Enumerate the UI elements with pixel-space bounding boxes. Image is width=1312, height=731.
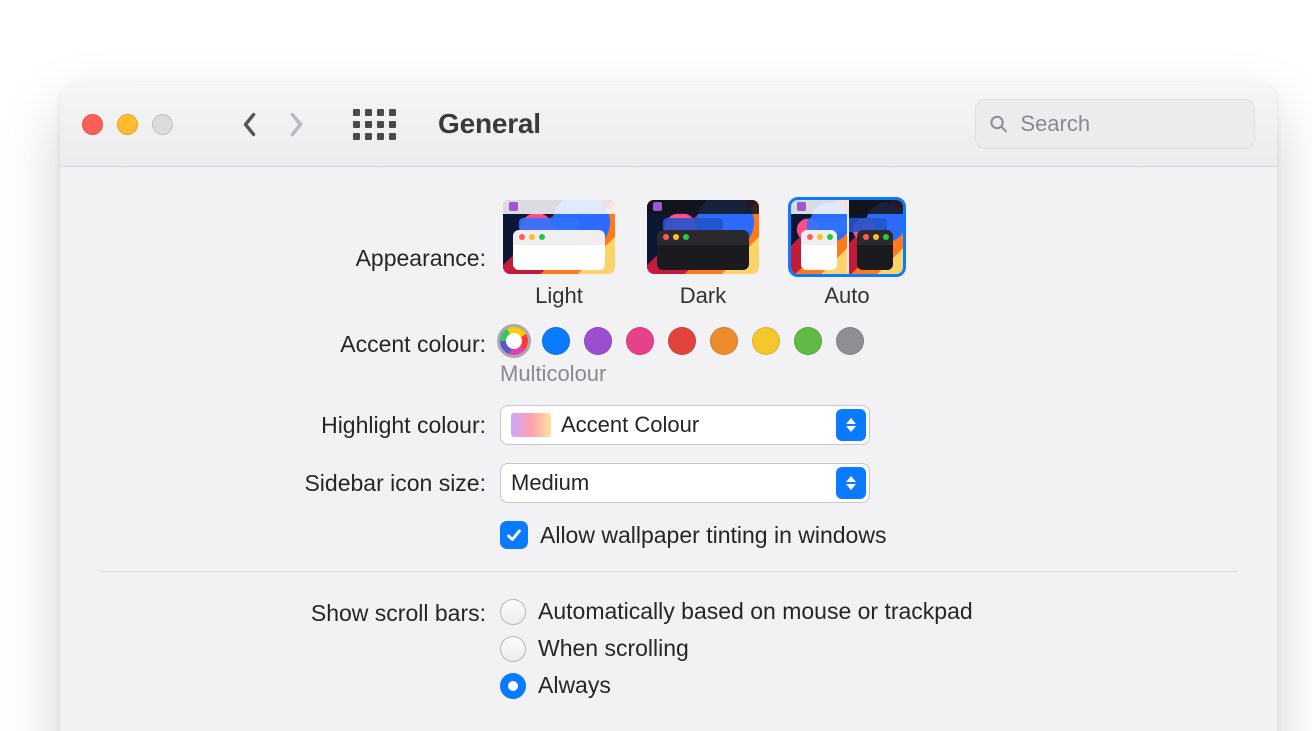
- show-all-icon[interactable]: [353, 109, 396, 140]
- popup-stepper-icon: [836, 467, 866, 499]
- scrollbars-option-label: Automatically based on mouse or trackpad: [538, 598, 973, 625]
- accent-label: Accent colour:: [100, 327, 500, 359]
- accent-selected-label: Multicolour: [500, 361, 606, 387]
- zoom-icon[interactable]: [152, 114, 173, 135]
- highlight-swatch-icon: [511, 413, 551, 437]
- accent-swatch-red[interactable]: [668, 327, 696, 355]
- scrollbars-option-label: When scrolling: [538, 635, 689, 662]
- highlight-select[interactable]: Accent Colour: [500, 405, 870, 445]
- sidebar-size-label: Sidebar icon size:: [100, 468, 500, 498]
- accent-swatch-purple[interactable]: [584, 327, 612, 355]
- minimize-icon[interactable]: [117, 114, 138, 135]
- radio-icon: [500, 673, 526, 699]
- window-controls: [82, 114, 173, 135]
- wallpaper-tint-checkbox[interactable]: [500, 521, 528, 549]
- sidebar-size-select[interactable]: Medium: [500, 463, 870, 503]
- highlight-value: Accent Colour: [561, 412, 699, 438]
- accent-swatches: [500, 327, 864, 355]
- scrollbars-option-auto[interactable]: Automatically based on mouse or trackpad: [500, 598, 973, 625]
- highlight-label: Highlight colour:: [100, 410, 500, 440]
- accent-swatch-graphite[interactable]: [836, 327, 864, 355]
- search-icon: [989, 113, 1008, 135]
- appearance-option-light[interactable]: Light: [500, 197, 618, 309]
- close-icon[interactable]: [82, 114, 103, 135]
- accent-swatch-pink[interactable]: [626, 327, 654, 355]
- accent-swatch-multicolour[interactable]: [500, 327, 528, 355]
- scrollbars-option-always[interactable]: Always: [500, 672, 973, 699]
- appearance-option-dark[interactable]: Dark: [644, 197, 762, 309]
- titlebar: General: [60, 82, 1277, 167]
- radio-icon: [500, 636, 526, 662]
- back-button[interactable]: [241, 109, 259, 139]
- wallpaper-tint-label: Allow wallpaper tinting in windows: [540, 522, 886, 549]
- appearance-label-dark: Dark: [680, 283, 726, 309]
- search-input[interactable]: [1018, 110, 1241, 138]
- accent-swatch-blue[interactable]: [542, 327, 570, 355]
- appearance-options: Light Dark: [500, 197, 906, 309]
- section-divider: [100, 571, 1237, 572]
- scrollbars-options: Automatically based on mouse or trackpad…: [500, 598, 973, 699]
- accent-swatch-green[interactable]: [794, 327, 822, 355]
- appearance-label-auto: Auto: [824, 283, 869, 309]
- popup-stepper-icon: [836, 409, 866, 441]
- pane-title: General: [438, 108, 541, 140]
- accent-swatch-yellow[interactable]: [752, 327, 780, 355]
- scrollbars-option-scroll[interactable]: When scrolling: [500, 635, 973, 662]
- forward-button: [287, 109, 305, 139]
- appearance-option-auto[interactable]: Auto: [788, 197, 906, 309]
- radio-icon: [500, 599, 526, 625]
- accent-swatch-orange[interactable]: [710, 327, 738, 355]
- preferences-window: General Appearance:: [60, 82, 1277, 731]
- sidebar-size-value: Medium: [511, 470, 589, 496]
- appearance-label: Appearance:: [100, 197, 500, 273]
- scrollbars-label: Show scroll bars:: [100, 598, 500, 628]
- scrollbars-option-label: Always: [538, 672, 611, 699]
- appearance-label-light: Light: [535, 283, 583, 309]
- search-field[interactable]: [975, 99, 1255, 149]
